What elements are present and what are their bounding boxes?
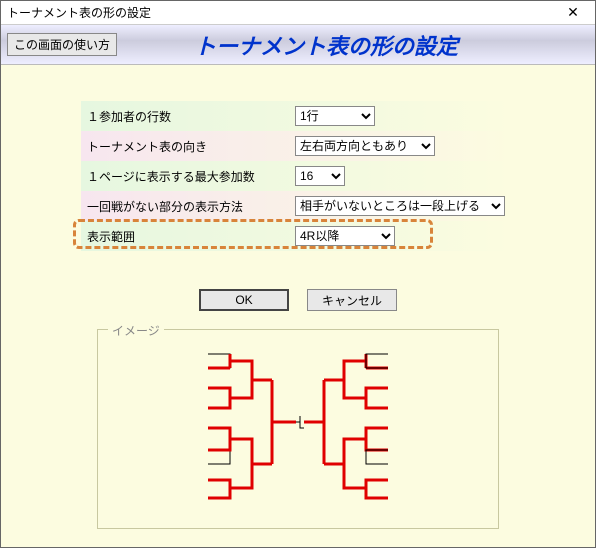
label-max-per-page: １ページに表示する最大参加数	[87, 168, 295, 185]
image-group-label: イメージ	[108, 322, 164, 339]
close-button[interactable]: ✕	[557, 3, 589, 23]
close-icon: ✕	[567, 4, 579, 21]
bracket-preview-icon	[188, 340, 408, 510]
label-participant-lines: １参加者の行数	[87, 108, 295, 125]
row-display-range: 表示範囲 4R以降	[81, 221, 515, 251]
row-direction: トーナメント表の向き 左右両方向ともあり	[81, 131, 515, 161]
settings-content: １参加者の行数 1行 トーナメント表の向き 左右両方向ともあり １ページに表示す…	[1, 65, 595, 261]
select-max-per-page[interactable]: 16	[295, 166, 345, 186]
select-no-first-round[interactable]: 相手がいないところは一段上げる	[295, 196, 505, 216]
select-participant-lines[interactable]: 1行	[295, 106, 375, 126]
row-max-per-page: １ページに表示する最大参加数 16	[81, 161, 515, 191]
help-button[interactable]: この画面の使い方	[7, 33, 117, 56]
label-display-range: 表示範囲	[87, 228, 295, 245]
select-display-range[interactable]: 4R以降	[295, 226, 395, 246]
label-no-first-round: 一回戦がない部分の表示方法	[87, 198, 295, 215]
page-title: トーナメント表の形の設定	[117, 29, 595, 61]
titlebar: トーナメント表の形の設定 ✕	[1, 1, 595, 25]
ok-button[interactable]: OK	[199, 289, 289, 311]
select-direction[interactable]: 左右両方向ともあり	[295, 136, 435, 156]
image-preview-group: イメージ	[97, 329, 499, 529]
window: トーナメント表の形の設定 ✕ この画面の使い方 トーナメント表の形の設定 １参加…	[0, 0, 596, 548]
button-row: OK キャンセル	[1, 289, 595, 311]
window-title: トーナメント表の形の設定	[7, 4, 151, 21]
header: この画面の使い方 トーナメント表の形の設定	[1, 25, 595, 65]
cancel-button[interactable]: キャンセル	[307, 289, 397, 311]
row-participant-lines: １参加者の行数 1行	[81, 101, 515, 131]
label-direction: トーナメント表の向き	[87, 138, 295, 155]
row-no-first-round: 一回戦がない部分の表示方法 相手がいないところは一段上げる	[81, 191, 515, 221]
